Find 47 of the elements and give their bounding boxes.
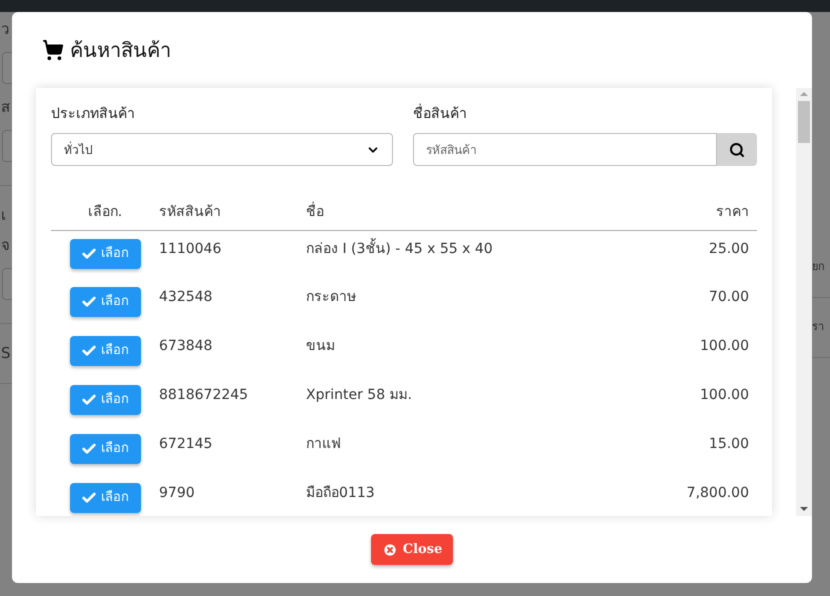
table-cell-text: 100.00 [699, 386, 750, 405]
table-cell-text: 672145 [159, 435, 214, 454]
table-cell: 1110046 [159, 230, 306, 279]
close-button[interactable]: Close [371, 534, 453, 565]
column-header: เลือก. [51, 196, 159, 230]
select-button[interactable]: เลือก [70, 434, 140, 464]
table-cell-text: กาแฟ [306, 435, 342, 454]
check-icon [81, 246, 97, 262]
background-label: ว [0, 19, 10, 40]
background-label: S [0, 343, 12, 364]
table-cell-text: มือถือ0113 [306, 484, 376, 503]
select-button[interactable]: เลือก [70, 385, 140, 415]
table-cell-text: ขนม [306, 337, 336, 356]
table-cell-text: 9790 [159, 484, 196, 503]
close-icon [382, 542, 398, 558]
field-label: ชื่อสินค้า [413, 104, 757, 125]
scrollbar[interactable] [796, 88, 812, 516]
background-label: เ [0, 205, 7, 226]
table-cell: 8818672245 [159, 377, 306, 426]
table-cell-text: กระดาษ [306, 288, 357, 307]
table-cell: 25.00 [634, 230, 757, 279]
category-select[interactable]: ทั่วไป [51, 133, 393, 166]
table-cell-text: 15.00 [708, 435, 750, 454]
column-header: ชื่อ [306, 196, 634, 230]
table-cell: กล่อง I (3ชั้น) - 45 x 55 x 40 [306, 230, 634, 279]
background-label: ยก [812, 259, 826, 275]
table-cell-text: 100.00 [699, 337, 750, 356]
cart-icon [42, 39, 64, 61]
select-button[interactable]: เลือก [70, 336, 140, 366]
column-header: ราคา [634, 196, 757, 230]
field-label: ประเภทสินค้า [51, 105, 136, 124]
table-cell-text: 432548 [159, 288, 214, 307]
column-header: รหัสสินค้า [159, 196, 306, 230]
window-title: ค้นหาสินค้า [70, 37, 171, 64]
table-cell-text: 70.00 [708, 288, 750, 307]
select-button[interactable]: เลือก [70, 287, 140, 317]
search-icon [729, 142, 745, 158]
background-label: รา [812, 319, 825, 335]
table-cell-text: Xprinter 58 มม. [306, 386, 414, 405]
search-field[interactable]: รหัสสินค้า [413, 133, 717, 166]
select-button[interactable]: เลือก [70, 238, 140, 268]
select-button[interactable]: เลือก [70, 483, 140, 513]
table-cell-text: 673848 [159, 337, 214, 356]
background-label: จ [0, 235, 11, 256]
table-cell-text: 7,800.00 [686, 484, 750, 503]
search-button[interactable] [717, 133, 757, 166]
background-label: ส [0, 97, 11, 118]
